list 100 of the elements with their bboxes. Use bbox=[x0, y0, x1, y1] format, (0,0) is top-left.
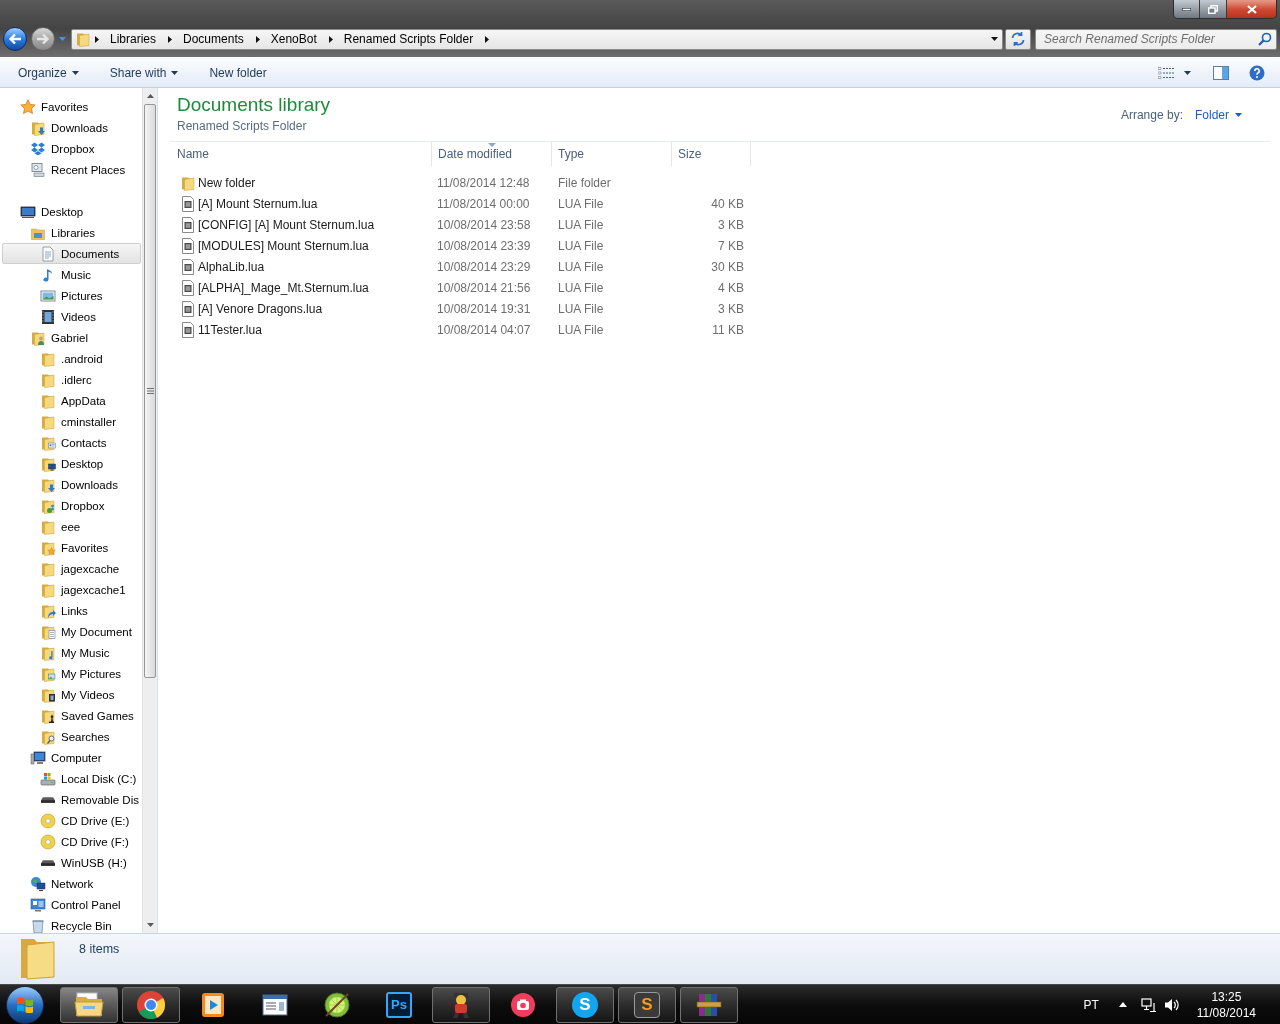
speaker-icon[interactable] bbox=[1163, 996, 1180, 1013]
computer-icon bbox=[30, 749, 46, 766]
nav-item[interactable]: Dropbox bbox=[2, 138, 141, 159]
nav-item[interactable]: Recent Places bbox=[2, 159, 141, 180]
app-logo: S bbox=[572, 991, 598, 1018]
file-name[interactable]: [CONFIG] [A] Mount Sternum.lua bbox=[198, 215, 375, 234]
link-folder-icon bbox=[40, 602, 56, 619]
taskbar-button[interactable]: Ps bbox=[370, 986, 428, 1023]
dropdown-caret-icon[interactable] bbox=[991, 37, 998, 41]
breadcrumb[interactable]: XenoBot bbox=[264, 29, 323, 49]
scrollbar-thumb[interactable] bbox=[144, 104, 156, 678]
refresh-button[interactable] bbox=[1005, 28, 1031, 50]
start-button[interactable] bbox=[6, 985, 44, 1024]
nav-item[interactable]: cminstaller bbox=[2, 411, 141, 432]
nav-item[interactable]: Searches bbox=[2, 726, 141, 747]
taskbar-button[interactable] bbox=[432, 986, 490, 1023]
arrange-dropdown[interactable]: Folder bbox=[1195, 106, 1242, 124]
nav-item[interactable]: Desktop bbox=[2, 453, 141, 474]
nav-item[interactable]: Libraries bbox=[2, 222, 141, 243]
file-name[interactable]: AlphaLib.lua bbox=[198, 257, 265, 276]
nav-item[interactable]: My Videos bbox=[2, 684, 141, 705]
caret-icon[interactable] bbox=[1184, 70, 1191, 75]
restore-button[interactable] bbox=[1200, 0, 1227, 18]
clock-date[interactable]: 11/08/2014 bbox=[1196, 1004, 1256, 1021]
chevron-icon[interactable] bbox=[255, 35, 260, 43]
nav-item[interactable]: Links bbox=[2, 600, 141, 621]
nav-item[interactable]: Music bbox=[2, 264, 141, 285]
nav-item[interactable]: Downloads bbox=[2, 474, 141, 495]
chevron-icon[interactable] bbox=[95, 35, 99, 43]
search-field[interactable]: Search Renamed Scripts Folder bbox=[1035, 28, 1277, 50]
nav-item[interactable]: .idlerc bbox=[2, 369, 141, 390]
column-header[interactable]: Type bbox=[552, 142, 672, 166]
chevron-icon[interactable] bbox=[485, 35, 490, 43]
preview-pane-icon[interactable] bbox=[1213, 65, 1229, 80]
toolbar-button[interactable]: Share with bbox=[99, 60, 189, 85]
nav-item[interactable]: Removable Dis bbox=[2, 789, 141, 810]
caret-icon[interactable] bbox=[1235, 113, 1242, 117]
table-cell: LUA File bbox=[558, 280, 604, 295]
nav-item[interactable]: WinUSB (H:) bbox=[2, 852, 141, 873]
taskbar-button[interactable] bbox=[680, 986, 738, 1023]
nav-item[interactable]: Contacts bbox=[2, 432, 141, 453]
nav-item[interactable]: .android bbox=[2, 348, 141, 369]
caret-up-icon[interactable] bbox=[1118, 1002, 1127, 1007]
file-name[interactable]: [A] Venore Dragons.lua bbox=[198, 299, 323, 318]
dropbox-icon bbox=[30, 140, 46, 157]
nav-item[interactable]: jagexcache bbox=[2, 558, 141, 579]
nav-item[interactable]: eee bbox=[2, 516, 141, 537]
nav-item[interactable]: CD Drive (E:) bbox=[2, 810, 141, 831]
nav-item[interactable]: Dropbox bbox=[2, 495, 141, 516]
breadcrumb[interactable]: Renamed Scripts Folder bbox=[337, 29, 480, 49]
taskbar-button[interactable] bbox=[122, 986, 180, 1023]
taskbar-button[interactable]: S bbox=[618, 986, 676, 1023]
back-button[interactable] bbox=[3, 27, 27, 51]
nav-item[interactable]: Computer bbox=[2, 747, 141, 768]
address-bar[interactable]: Libraries Documents XenoBot Renamed Scripts Folder bbox=[71, 28, 1003, 50]
folder-icon bbox=[40, 350, 56, 367]
nav-item[interactable]: CD Drive (F:) bbox=[2, 831, 141, 852]
nav-item[interactable]: My Pictures bbox=[2, 663, 141, 684]
nav-item[interactable]: Pictures bbox=[2, 285, 141, 306]
nav-item[interactable]: Downloads bbox=[2, 117, 141, 138]
column-header[interactable]: Size bbox=[672, 142, 751, 166]
nav-item[interactable]: Documents bbox=[2, 243, 141, 264]
nav-item[interactable]: Gabriel bbox=[2, 327, 141, 348]
nav-item[interactable]: Favorites bbox=[2, 537, 141, 558]
nav-item[interactable]: Saved Games bbox=[2, 705, 141, 726]
chevron-icon[interactable] bbox=[168, 35, 173, 43]
nav-item[interactable]: jagexcache1 bbox=[2, 579, 141, 600]
column-header[interactable]: Date modified bbox=[432, 142, 552, 166]
file-name[interactable]: 11Tester.lua bbox=[198, 320, 262, 339]
breadcrumb[interactable]: Libraries bbox=[104, 29, 163, 49]
nav-item[interactable]: My Document bbox=[2, 621, 141, 642]
nav-item[interactable]: Videos bbox=[2, 306, 141, 327]
file-name[interactable]: [MODULES] Mount Sternum.lua bbox=[198, 236, 369, 255]
nav-item[interactable]: Local Disk (C:) bbox=[2, 768, 141, 789]
network-icon[interactable] bbox=[1140, 996, 1157, 1013]
caret-icon[interactable] bbox=[71, 70, 79, 75]
file-name[interactable]: [ALPHA]_Mage_Mt.Sternum.lua bbox=[198, 278, 369, 297]
nav-item[interactable]: AppData bbox=[2, 390, 141, 411]
nav-item[interactable]: Favorites bbox=[2, 96, 141, 117]
toolbar-button[interactable]: New folder bbox=[199, 60, 277, 85]
taskbar-button[interactable] bbox=[60, 986, 118, 1023]
file-name[interactable]: New folder bbox=[198, 173, 256, 192]
nav-item[interactable]: My Music bbox=[2, 642, 141, 663]
file-name[interactable]: [A] Mount Sternum.lua bbox=[198, 194, 318, 213]
table-cell: 40 KB bbox=[711, 196, 744, 211]
nav-item[interactable]: Desktop bbox=[2, 201, 141, 222]
view-list-icon[interactable] bbox=[1158, 66, 1174, 79]
help-icon[interactable] bbox=[1249, 64, 1265, 81]
caret-icon[interactable] bbox=[171, 70, 179, 75]
language-indicator[interactable]: PT bbox=[1083, 995, 1099, 1014]
nav-item[interactable]: Network bbox=[2, 873, 141, 894]
minimize-button[interactable] bbox=[1174, 0, 1200, 18]
nav-item[interactable]: Recycle Bin bbox=[2, 915, 141, 933]
toolbar-button[interactable]: Organize bbox=[8, 60, 89, 85]
column-header[interactable]: Name bbox=[170, 142, 432, 166]
nav-item[interactable]: Control Panel bbox=[2, 894, 141, 915]
clock-time[interactable]: 13:25 bbox=[1211, 988, 1242, 1005]
chevron-icon[interactable] bbox=[328, 35, 333, 43]
breadcrumb[interactable]: Documents bbox=[177, 29, 250, 49]
close-button[interactable] bbox=[1227, 0, 1276, 18]
